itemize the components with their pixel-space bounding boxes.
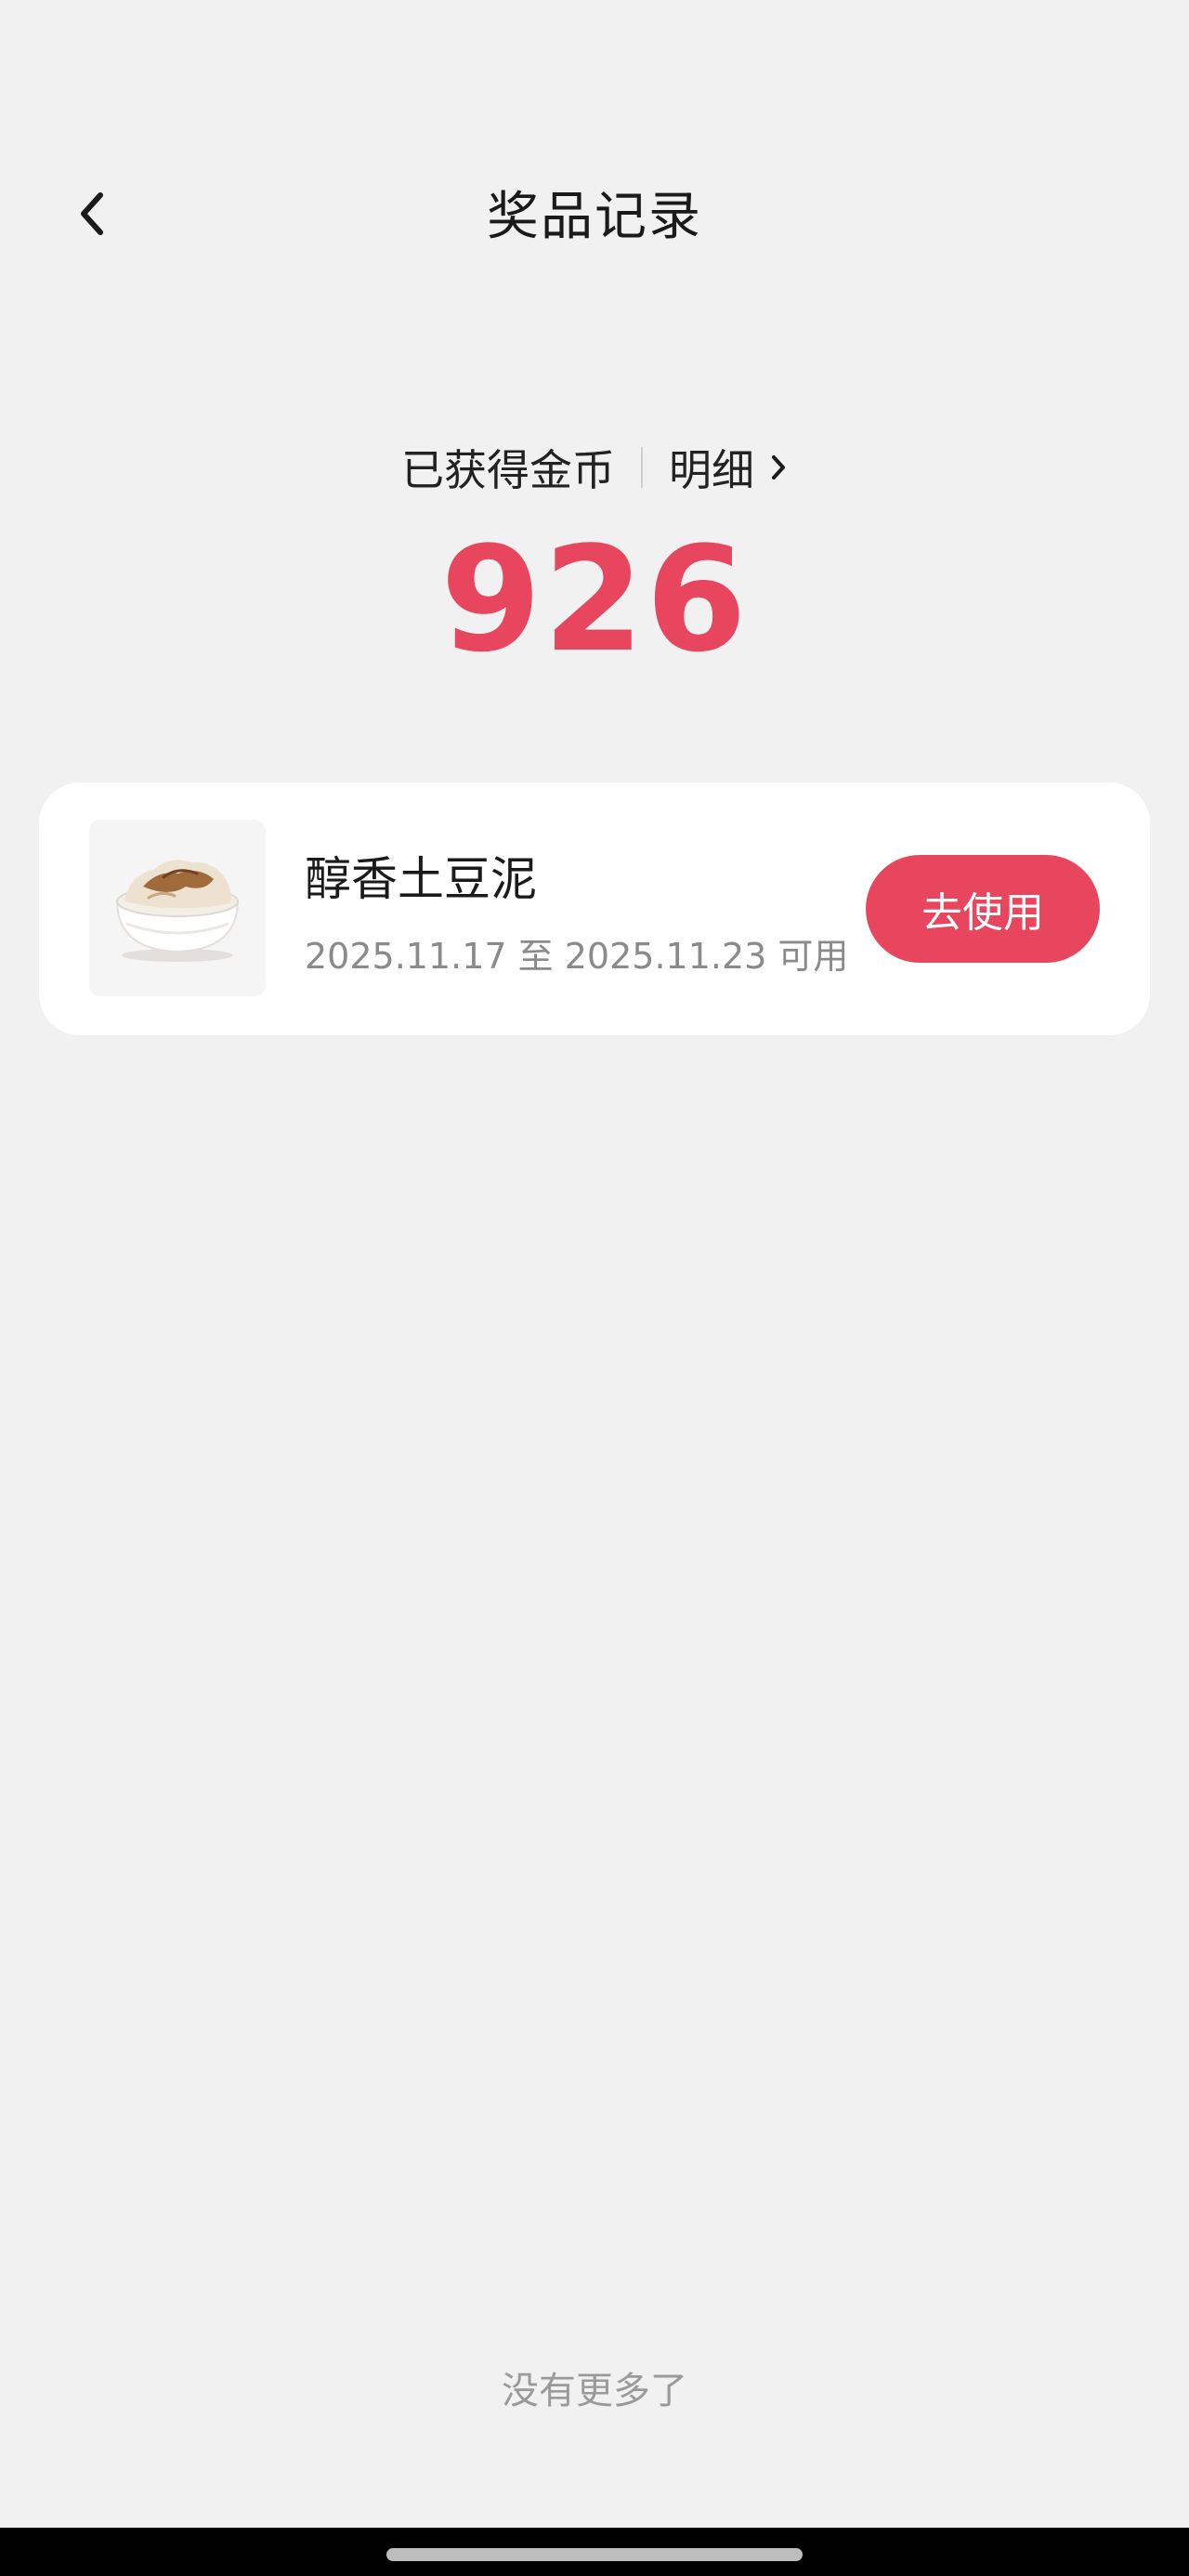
system-nav-bar [0,2528,1189,2576]
prize-card: 醇香土豆泥 2025.11.17 至 2025.11.23 可用 去使用 [39,782,1150,1035]
detail-label: 明细 [669,445,754,495]
coins-label: 已获得金币 [401,445,615,495]
use-button[interactable]: 去使用 [866,855,1100,963]
page-header: 奖品记录 [0,158,1189,269]
mashed-potato-bowl-icon [115,860,240,962]
list-end-text: 没有更多了 [502,2370,687,2412]
home-indicator[interactable] [386,2548,803,2561]
coins-detail-link[interactable]: 明细 [669,437,788,498]
chevron-right-icon [772,455,785,480]
coin-balance: 926 [440,515,749,684]
divider [641,447,643,488]
coins-summary: 已获得金币 明细 [0,437,1189,498]
prize-image [89,820,266,996]
page-title: 奖品记录 [487,187,702,247]
prize-name: 醇香土豆泥 [305,852,537,906]
prize-validity: 2025.11.17 至 2025.11.23 可用 [305,936,849,977]
